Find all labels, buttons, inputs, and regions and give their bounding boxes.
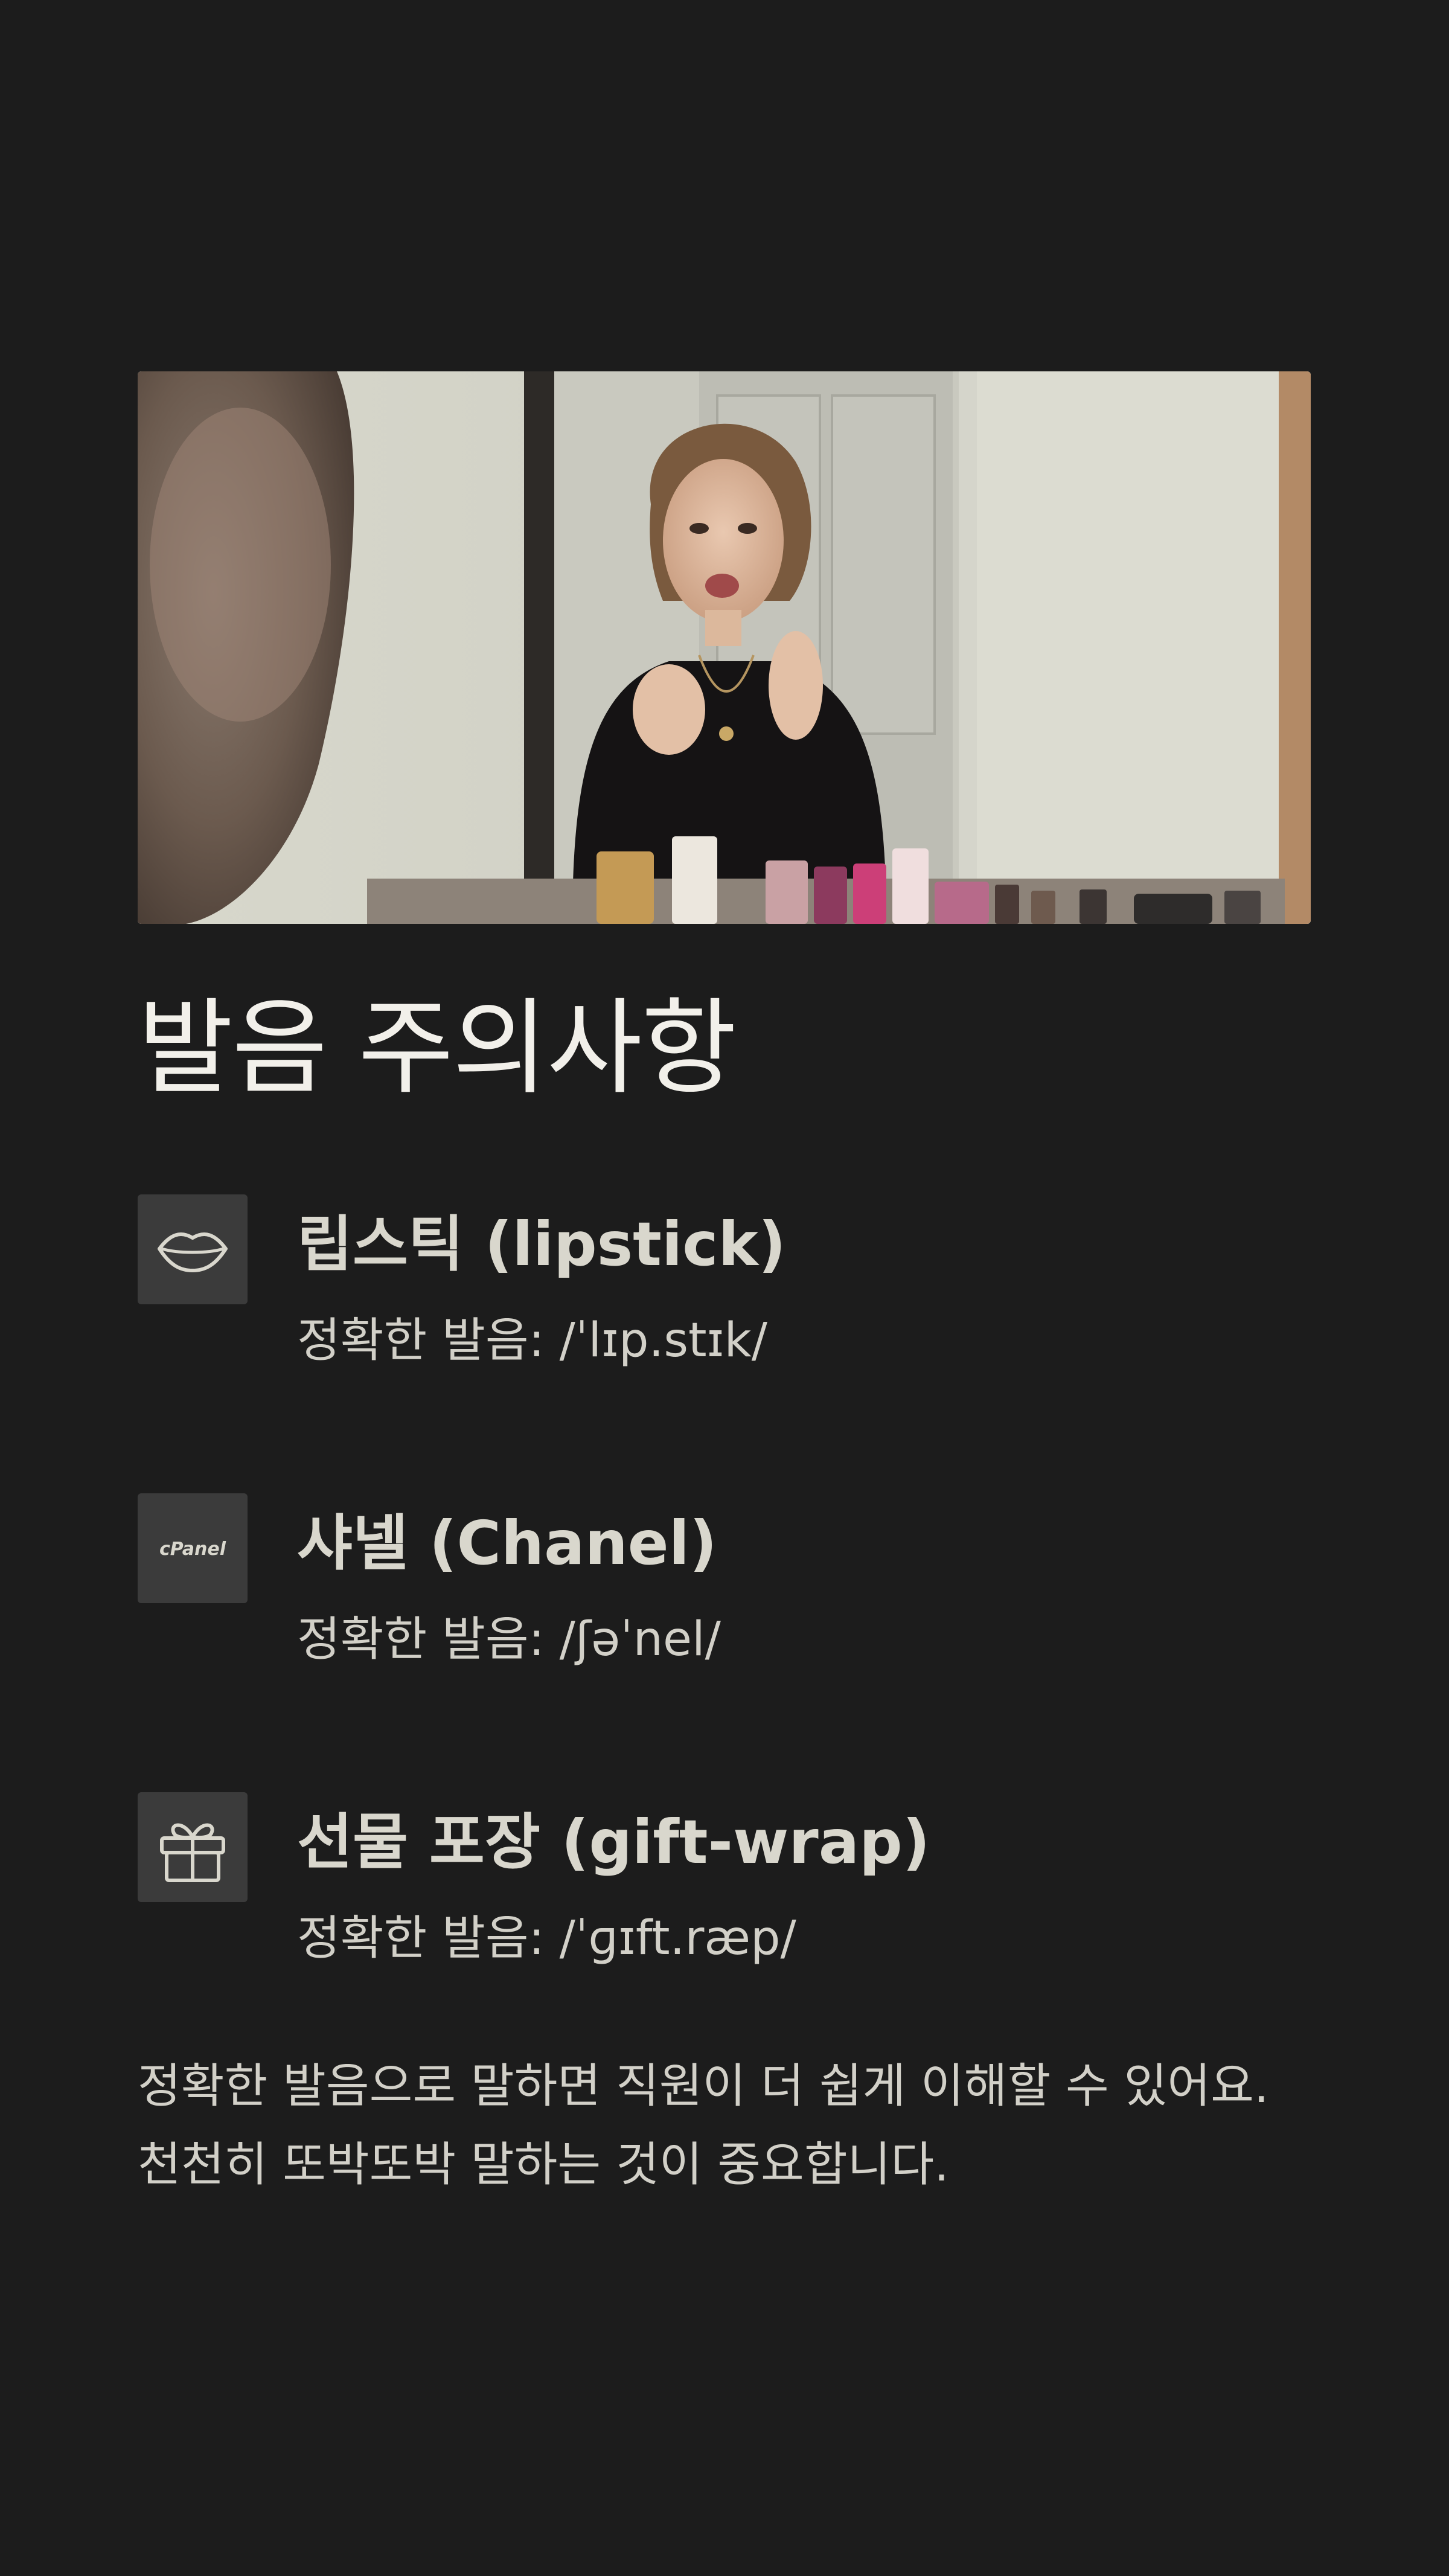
item-name: 샤넬 (Chanel) bbox=[297, 1508, 717, 1578]
list-item-chanel: cPanel 샤넬 (Chanel) 정확한 발음: /ʃəˈnel/ bbox=[138, 1493, 1311, 1693]
list-item-gift-wrap: 선물 포장 (gift-wrap) 정확한 발음: /ˈɡɪft.ræp/ bbox=[138, 1792, 1311, 1991]
footer-line-2: 천천히 또박또박 말하는 것이 중요합니다. bbox=[138, 2138, 949, 2192]
footer-note: 정확한 발음으로 말하면 직원이 더 쉽게 이해할 수 있어요. 천천히 또박또… bbox=[138, 2047, 1321, 2204]
item-pronunciation: 정확한 발음: /ˈɡɪft.ræp/ bbox=[297, 1911, 796, 1966]
woman-at-mirror-photo bbox=[138, 371, 1311, 924]
lips-icon bbox=[138, 1194, 248, 1304]
hero-image bbox=[138, 371, 1311, 924]
list-item-lipstick: 립스틱 (lipstick) 정확한 발음: /ˈlɪp.stɪk/ bbox=[138, 1194, 1311, 1394]
page-title: 발음 주의사항 bbox=[138, 987, 737, 1109]
item-pronunciation: 정확한 발음: /ˈlɪp.stɪk/ bbox=[297, 1313, 768, 1368]
item-pronunciation: 정확한 발음: /ʃəˈnel/ bbox=[297, 1612, 721, 1667]
svg-text:cPanel: cPanel bbox=[159, 1539, 226, 1560]
item-name: 립스틱 (lipstick) bbox=[297, 1209, 786, 1280]
footer-line-1: 정확한 발음으로 말하면 직원이 더 쉽게 이해할 수 있어요. bbox=[138, 2059, 1269, 2113]
item-name: 선물 포장 (gift-wrap) bbox=[297, 1807, 930, 1877]
gift-icon bbox=[138, 1792, 248, 1902]
cpanel-logo-icon: cPanel bbox=[138, 1493, 248, 1603]
